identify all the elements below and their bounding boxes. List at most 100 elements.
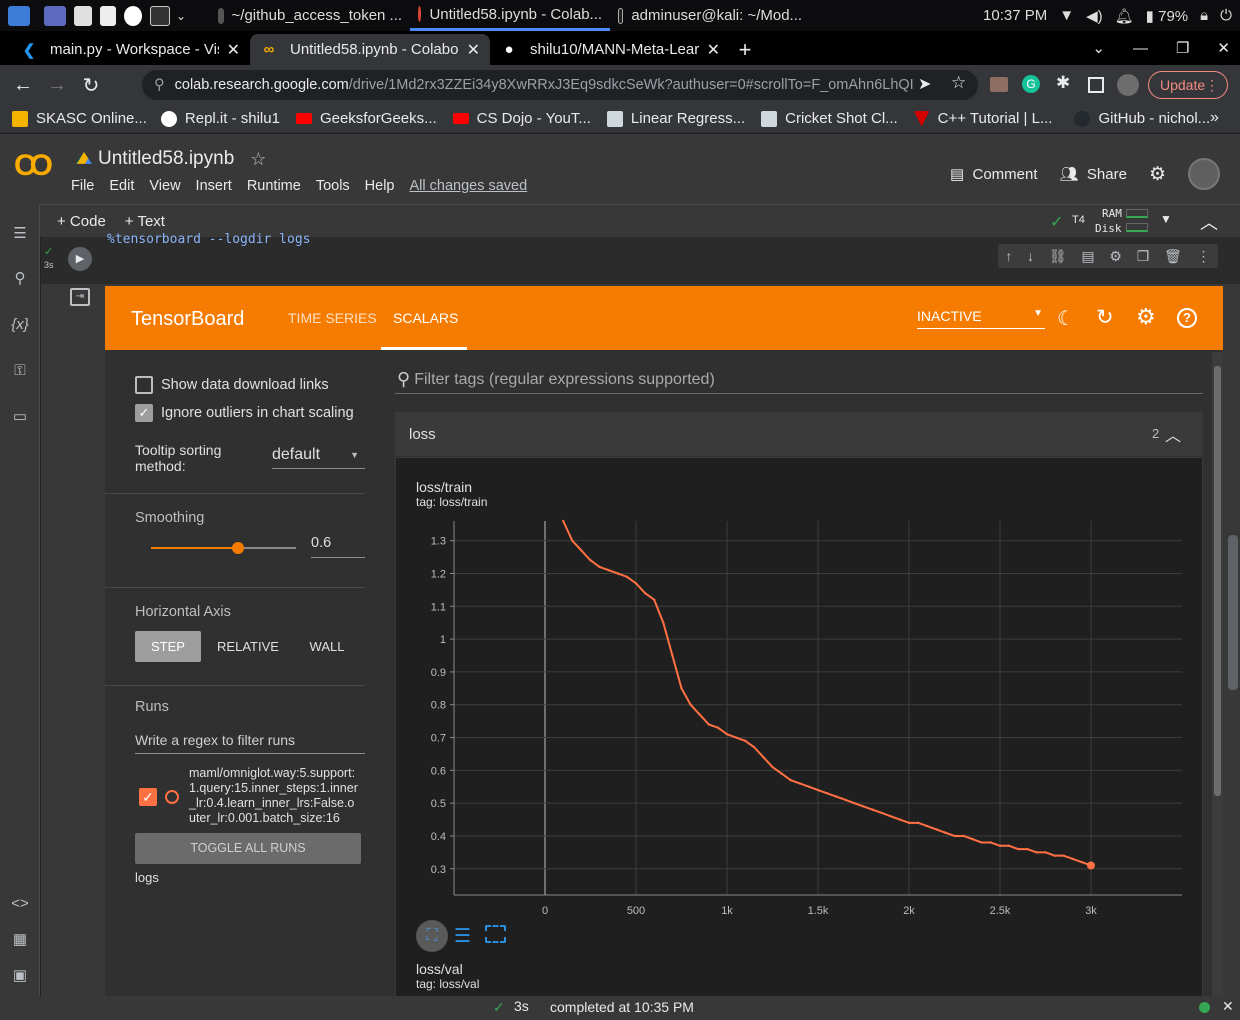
axis-relative-button[interactable]: RELATIVE xyxy=(205,631,291,662)
disk-meter[interactable] xyxy=(1126,223,1148,232)
variables-icon[interactable]: {x} xyxy=(10,316,30,336)
menu-tools[interactable]: Tools xyxy=(316,178,350,194)
close-icon[interactable]: ✕ xyxy=(707,40,720,60)
kali-menu-icon[interactable] xyxy=(8,5,30,26)
tag-filter-input[interactable]: ⚲ Filter tags (regular expressions suppo… xyxy=(395,366,1203,394)
tab-github[interactable]: ● shilu10/MANN-Meta-Lear ✕ xyxy=(490,34,730,65)
notebook-scrollbar-thumb[interactable] xyxy=(1228,535,1238,690)
slider-thumb[interactable] xyxy=(232,542,244,554)
connection-status-dot[interactable] xyxy=(1199,1002,1210,1013)
tab-scalars[interactable]: SCALARS xyxy=(393,310,458,326)
tab-time-series[interactable]: TIME SERIES xyxy=(288,310,377,326)
axis-step-button[interactable]: STEP xyxy=(135,631,201,662)
toggle-all-runs-button[interactable]: TOGGLE ALL RUNS xyxy=(135,833,361,864)
task-browser[interactable]: Untitled58.ipynb - Colab... xyxy=(410,0,611,31)
tab-colab[interactable]: ∞ Untitled58.ipynb - Colabo ✕ xyxy=(250,34,490,65)
bookmark-item[interactable]: SKASC Online... xyxy=(12,110,147,127)
chevron-up-icon[interactable]: ︿ xyxy=(1165,422,1181,446)
extension-image-icon[interactable] xyxy=(990,77,1008,92)
command-palette-icon[interactable]: ▦ xyxy=(10,930,30,950)
menu-file[interactable]: File xyxy=(71,178,94,194)
site-info-icon[interactable]: ⚲ xyxy=(154,77,165,93)
run-checkbox[interactable]: ✓ xyxy=(139,788,157,806)
files-folder-icon[interactable]: ▭ xyxy=(10,407,30,427)
task-editor[interactable]: ~/github_access_token ... xyxy=(210,0,410,31)
move-down-icon[interactable]: ↓ xyxy=(1027,248,1034,264)
battery-indicator[interactable]: ▮ 79% xyxy=(1146,7,1188,25)
download-data-icon[interactable] xyxy=(485,925,506,943)
lock-icon[interactable]: 🔒︎ xyxy=(1200,7,1208,24)
add-text-button[interactable]: + Text xyxy=(125,213,165,230)
code-snippets-icon[interactable]: <> xyxy=(10,895,30,915)
cell-code[interactable]: %tensorboard --logdir logs xyxy=(107,232,311,247)
fit-domain-button[interactable]: ⛶ xyxy=(416,920,448,952)
comment-icon[interactable]: ▤ xyxy=(1081,248,1094,265)
browser-launcher-icon[interactable] xyxy=(124,5,142,26)
bookmark-item[interactable]: Repl.it - shilu1 xyxy=(160,110,280,127)
colab-logo[interactable]: CO xyxy=(14,149,53,183)
settings-gear-icon[interactable]: ⚙ xyxy=(1136,304,1156,330)
power-icon[interactable]: ⏻ xyxy=(1220,7,1232,24)
ignore-outliers-checkbox[interactable]: ✓ xyxy=(135,404,153,422)
menu-edit[interactable]: Edit xyxy=(109,178,134,194)
notebook-title[interactable]: Untitled58.ipynb ☆ xyxy=(76,148,266,170)
minimize-icon[interactable]: — xyxy=(1133,40,1148,57)
bookmark-star-icon[interactable]: ☆ xyxy=(951,73,966,93)
dark-mode-icon[interactable]: ☾ xyxy=(1057,306,1075,331)
forward-icon[interactable]: → xyxy=(40,74,74,97)
help-icon[interactable]: ? xyxy=(1177,308,1197,328)
loss-train-chart[interactable]: 0 500 1k 1.5k 2k 2.5k 3k 0.3 0.4 0.5 0.6 0.7 0.8 0.9… xyxy=(396,503,1204,933)
plugin-select[interactable]: INACTIVE ▼ xyxy=(917,308,1045,329)
smoothing-slider[interactable] xyxy=(151,540,296,556)
run-color-picker[interactable] xyxy=(165,790,179,804)
terminal-launcher-icon[interactable] xyxy=(150,5,170,26)
tooltip-sorting-select[interactable]: default ▼ xyxy=(272,444,365,469)
run-cell-button[interactable]: ▶ xyxy=(68,247,92,271)
volume-icon[interactable]: ◀) xyxy=(1086,7,1103,25)
notification-bell-icon[interactable]: 🔔︎ xyxy=(1115,7,1134,25)
settings-gear-icon[interactable]: ⚙ xyxy=(1149,163,1166,186)
url-field[interactable]: ⚲ colab.research.google.com/drive/1Md2rx… xyxy=(142,70,978,100)
send-icon[interactable]: ➤ xyxy=(918,74,931,94)
comment-button[interactable]: ▤ Comment xyxy=(950,165,1038,183)
axis-wall-button[interactable]: WALL xyxy=(295,631,359,662)
clock[interactable]: 10:37 PM xyxy=(983,7,1047,24)
save-status[interactable]: All changes saved xyxy=(410,178,528,194)
text-editor-icon[interactable] xyxy=(100,5,116,26)
table-of-contents-icon[interactable]: ☰ xyxy=(10,224,30,244)
runs-filter-input[interactable]: Write a regex to filter runs xyxy=(135,726,365,754)
bookmark-item[interactable]: C++ Tutorial | L... xyxy=(913,110,1052,127)
bookmarks-overflow-icon[interactable]: » xyxy=(1210,109,1219,127)
bookmark-item[interactable]: Cricket Shot Cl... xyxy=(761,110,898,127)
restore-icon[interactable]: ❐ xyxy=(1176,39,1189,57)
toggle-log-scale-icon[interactable]: ☰ xyxy=(454,925,471,948)
chevron-down-icon[interactable]: ⌄ xyxy=(176,9,186,23)
runtime-dropdown-icon[interactable]: ▼ xyxy=(1160,212,1172,226)
ram-meter[interactable] xyxy=(1126,209,1148,218)
menu-help[interactable]: Help xyxy=(365,178,395,194)
mirror-cell-icon[interactable]: ❐ xyxy=(1137,248,1150,265)
reload-icon[interactable]: ↻ xyxy=(74,73,108,98)
collapse-header-icon[interactable]: ︿ xyxy=(1200,209,1218,235)
settings-gear-icon[interactable]: ⚙ xyxy=(1109,248,1122,265)
back-icon[interactable]: ← xyxy=(6,74,40,97)
more-vert-icon[interactable]: ⋮ xyxy=(1197,248,1211,265)
close-status-icon[interactable]: ✕ xyxy=(1222,998,1234,1015)
download-links-checkbox[interactable] xyxy=(135,376,153,394)
close-icon[interactable]: ✕ xyxy=(467,40,480,60)
menu-view[interactable]: View xyxy=(149,178,180,194)
star-icon[interactable]: ☆ xyxy=(250,149,266,170)
reload-icon[interactable]: ↻ xyxy=(1096,305,1114,330)
task-terminal[interactable]: adminuser@kali: ~/Mod... xyxy=(610,0,810,31)
side-panel-icon[interactable] xyxy=(1088,77,1104,93)
close-icon[interactable]: ✕ xyxy=(227,40,240,60)
move-up-icon[interactable]: ↑ xyxy=(1005,248,1012,264)
tab-search-icon[interactable]: ⌄ xyxy=(1092,39,1105,57)
menu-runtime[interactable]: Runtime xyxy=(247,178,301,194)
link-icon[interactable]: ⛓ xyxy=(1049,248,1067,265)
workspace-icon[interactable] xyxy=(44,5,66,26)
bookmark-item[interactable]: CS Dojo - YouT... xyxy=(452,110,591,127)
bookmark-item[interactable]: GeeksforGeeks... xyxy=(295,110,437,127)
secrets-key-icon[interactable]: ⚿ xyxy=(10,362,30,382)
files-icon[interactable] xyxy=(74,5,92,26)
